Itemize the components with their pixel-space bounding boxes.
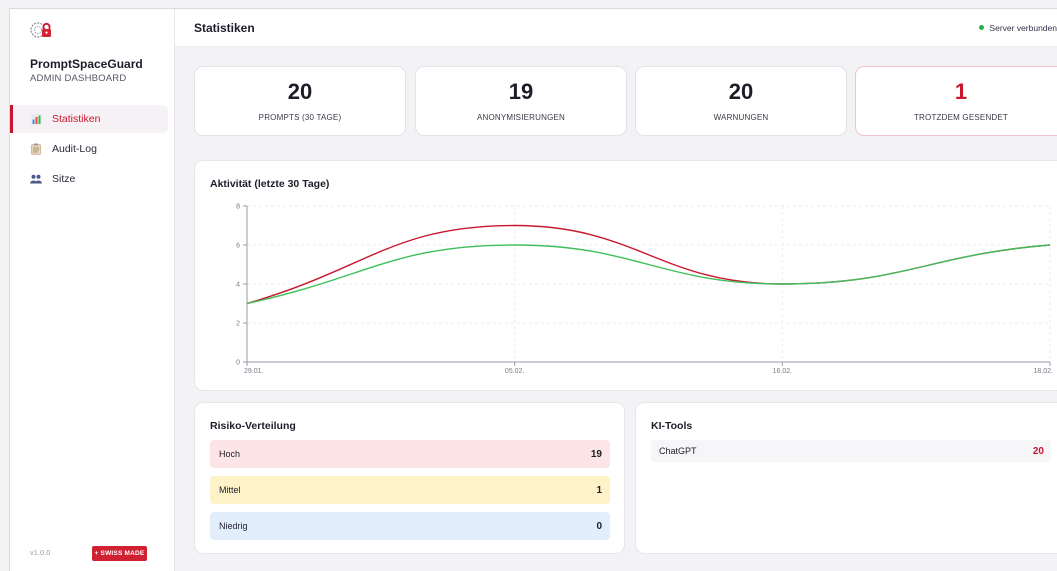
swiss-made-badge: + SWISS MADE: [92, 546, 147, 561]
sidebar-item-statistiken[interactable]: Statistiken: [10, 105, 168, 133]
bar-chart-icon: [30, 113, 42, 125]
risk-row-hoch: Hoch 19: [210, 440, 610, 468]
risk-value: 0: [596, 520, 602, 532]
sidebar: PromptSpaceGuard ADMIN DASHBOARD Statist…: [10, 9, 175, 571]
risk-label: Niedrig: [219, 521, 248, 531]
page-title: Statistiken: [194, 20, 255, 35]
tools-title: KI-Tools: [651, 420, 693, 432]
risk-title: Risiko-Verteilung: [210, 420, 296, 432]
brand: PromptSpaceGuard ADMIN DASHBOARD: [30, 57, 143, 84]
brand-subtitle: ADMIN DASHBOARD: [30, 73, 127, 84]
y-tick-label: 0: [236, 360, 240, 367]
server-status-label: Server verbunden: [989, 22, 1057, 33]
sidebar-item-sitze[interactable]: Sitze: [10, 165, 168, 193]
activity-line-chart: 0 2 4 6 8 29.01. 05.02. 16.02. 18.02.: [236, 204, 1054, 376]
tool-value: 20: [1032, 445, 1044, 457]
risk-label: Hoch: [219, 449, 241, 459]
stat-value: 1: [954, 78, 968, 104]
stat-value: 19: [508, 78, 534, 104]
app-window: PromptSpaceGuard ADMIN DASHBOARD Statist…: [9, 8, 1057, 571]
stat-card-trotzdem-gesendet: 1 TROTZDEM GESENDET: [855, 66, 1057, 136]
activity-card: Aktivität (letzte 30 Tage) 0 2 4 6 8 29.01. 05…: [194, 160, 1057, 391]
status-dot-icon: [979, 25, 985, 30]
x-tick-label: 29.01.: [244, 368, 264, 375]
stat-label: WARNUNGEN: [713, 112, 769, 122]
sidebar-item-label: Sitze: [52, 173, 76, 185]
risk-value: 1: [596, 484, 602, 496]
x-tick-label: 05.02.: [505, 368, 525, 375]
tool-row-chatgpt: ChatGPT 20: [651, 440, 1051, 462]
server-status: Server verbunden: [979, 23, 1057, 33]
ki-tools-card: KI-Tools ChatGPT 20: [635, 402, 1057, 554]
page-header: Statistiken Server verbunden: [175, 9, 1057, 47]
stat-value: 20: [287, 78, 313, 104]
stat-card-warnungen: 20 WARNUNGEN: [635, 66, 847, 136]
stat-card-anonymisierungen: 19 ANONYMISIERUNGEN: [415, 66, 627, 136]
clipboard-icon: [30, 143, 42, 155]
sidebar-item-label: Statistiken: [52, 113, 101, 125]
stat-label: ANONYMISIERUNGEN: [476, 112, 566, 122]
stat-value: 20: [728, 78, 754, 104]
risk-row-niedrig: Niedrig 0: [210, 512, 610, 540]
main-content: Statistiken Server verbunden 20 PROMPTS …: [175, 9, 1057, 571]
tool-label: ChatGPT: [659, 446, 697, 456]
users-icon: [30, 173, 42, 185]
y-tick-label: 4: [236, 282, 240, 289]
y-tick-label: 6: [236, 243, 240, 250]
risk-value: 19: [590, 448, 602, 460]
risk-distribution-card: Risiko-Verteilung Hoch 19 Mittel 1 Niedr…: [194, 402, 625, 554]
y-tick-label: 2: [236, 321, 240, 328]
sidebar-item-label: Audit-Log: [52, 143, 97, 155]
sidebar-item-audit-log[interactable]: Audit-Log: [10, 135, 168, 163]
version-label: v1.0.0: [30, 548, 51, 557]
risk-label: Mittel: [219, 485, 241, 495]
stat-card-prompts: 20 PROMPTS (30 TAGE): [194, 66, 406, 136]
risk-row-mittel: Mittel 1: [210, 476, 610, 504]
stat-label: TROTZDEM GESENDET: [913, 112, 1009, 122]
y-tick-label: 8: [236, 204, 240, 211]
x-tick-label: 18.02.: [1034, 368, 1054, 375]
x-tick-label: 16.02.: [773, 368, 793, 375]
stat-label: PROMPTS (30 TAGE): [258, 112, 342, 122]
sidebar-nav: Statistiken Audit-Log Sitze: [10, 105, 174, 195]
series-line-green: [246, 244, 1051, 305]
brand-name: PromptSpaceGuard: [30, 57, 143, 71]
shield-lock-logo-icon: [30, 22, 51, 38]
